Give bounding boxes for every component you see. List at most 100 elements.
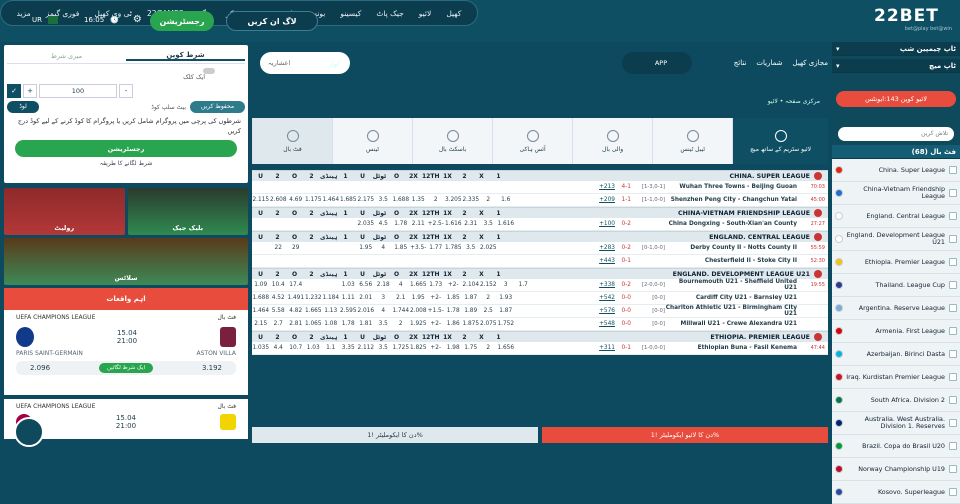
odd-cell[interactable]: 3.5 [375,197,393,203]
odd-cell[interactable]: 17.4 [287,282,305,288]
odd-cell[interactable]: 2.18 [375,282,393,288]
nav-item-1[interactable]: لائیو [419,9,432,18]
odd-cell[interactable]: 3.5 [375,345,393,351]
odd-cell[interactable]: 1.95 [357,245,375,251]
odd-cell[interactable]: 4.82 [287,308,305,314]
odd-cell[interactable]: 1.87 [497,308,515,314]
odd-cell[interactable]: 1.86 [445,321,463,327]
sidebar-league-item[interactable]: Kosovo. Superleague [832,481,960,504]
odd-cell[interactable]: 1.616 [497,221,515,227]
sport-tab-5[interactable]: ٹینس [332,118,412,164]
tab-stats[interactable]: شماریات [756,59,782,67]
odd-cell[interactable]: 2 [392,321,410,327]
odd-cell[interactable]: 1.232 [305,295,323,301]
league-checkbox[interactable] [949,189,957,197]
sidebar-league-item[interactable]: Norway Championship U19 [832,458,960,481]
odd-cell[interactable]: 2.152 [480,282,498,288]
odd-cell[interactable]: 4.4 [270,345,288,351]
odd-cell[interactable]: 3.205 [445,197,463,203]
league-checkbox[interactable] [949,350,957,358]
odd-cell[interactable]: 1.78 [392,221,410,227]
odd-cell[interactable]: 3 [497,282,515,288]
odd-cell[interactable]: 1.688 [252,295,270,301]
register-button[interactable]: رجسٹریشن [150,11,214,31]
minus-button[interactable]: - [119,84,133,98]
event-odd-2[interactable]: 2.096 [30,364,50,372]
league-checkbox[interactable] [949,166,957,174]
load-button[interactable]: لوڈ [7,101,39,113]
odd-cell[interactable]: 2.104 [462,282,480,288]
nav-item-3[interactable]: کیسینو [340,9,361,18]
odd-cell[interactable]: 29 [287,245,305,251]
odd-cell[interactable]: 2.81 [287,321,305,327]
league-checkbox[interactable] [949,235,957,243]
odd-cell[interactable]: 1.175 [305,197,323,203]
odd-cell[interactable]: 1.464 [252,308,270,314]
logo[interactable]: 22BET bet@play bet@win [874,6,952,36]
odd-cell[interactable]: 4 [375,308,393,314]
odd-cell[interactable]: 1.89 [462,308,480,314]
odd-cell[interactable]: 22 [270,245,288,251]
odd-cell[interactable]: 5.58 [270,308,288,314]
bet-slip-code-input[interactable]: بیٹ سلپ کوڈ [43,104,186,111]
odd-cell[interactable]: 2.025 [480,245,498,251]
breadcrumb-live[interactable]: لائیو [768,98,778,105]
odd-cell[interactable]: 1.825 [410,345,428,351]
odd-cell[interactable]: 1.752 [497,321,515,327]
league-header[interactable]: ENGLAND. DEVELOPMENT LEAGUE U21 1 X 2 1X 12TH… [252,268,828,279]
league-checkbox[interactable] [949,281,957,289]
live-daily-accumulator[interactable]: دن کا لائیو ایکوملیٹر !1% [542,427,828,443]
odd-cell[interactable]: 1.491 [287,295,305,301]
odd-cell[interactable]: +2- [445,282,463,288]
league-checkbox[interactable] [949,442,957,450]
breadcrumb-home[interactable]: مرکزی صفحہ [785,98,820,105]
sidebar-league-item[interactable]: Argentina. Reserve League [832,297,960,320]
match-row[interactable]: Cardiff City U21 - Barnsley U21 [0-0] 0-0 +… [252,292,828,305]
odd-cell[interactable]: 2 [427,197,445,203]
odd-cell[interactable]: 1.75 [462,345,480,351]
odd-cell[interactable]: 2.1 [392,295,410,301]
sidebar-league-item[interactable]: England. Central League [832,205,960,228]
sidebar-league-item[interactable]: South Africa. Division 2 [832,389,960,412]
odd-cell[interactable]: 1.13 [322,308,340,314]
match-row[interactable]: 27:27 China Dongxing - South-Xian'an Coun… [252,218,828,231]
league-checkbox[interactable] [949,396,957,404]
casino-blackjack[interactable]: بلیک جیک [127,188,248,235]
top-matches[interactable]: ٹاپ میچ ▾ [832,59,960,73]
odd-cell[interactable]: 1.688 [392,197,410,203]
odd-cell[interactable]: 1.87 [462,295,480,301]
odd-cell[interactable]: 1.656 [497,345,515,351]
odd-cell[interactable]: 3.5 [480,221,498,227]
match-row[interactable]: Charlton Athletic U21 - Birmingham City … [252,305,828,318]
odd-cell[interactable]: 2 [480,197,498,203]
casino-slots[interactable]: سلاٹس [4,238,248,285]
league-header[interactable]: ETHIOPIA. PREMIER LEAGUE 1 X 2 1X 12TH 2X O ٹوٹل… [252,331,828,342]
odd-cell[interactable]: 1.11 [340,295,358,301]
tab-virtual[interactable]: مجازی کھیل [793,59,828,67]
odd-cell[interactable]: 3.5 [462,245,480,251]
odd-cell[interactable]: 1.03 [305,345,323,351]
plus-button[interactable]: + [23,84,37,98]
odd-cell[interactable]: 2.008 [410,308,428,314]
league-header[interactable]: ENGLAND. CENTRAL LEAGUE 1 X 2 1X 12TH 2X O ٹوٹل U… [252,231,828,242]
odd-cell[interactable]: 2.608 [270,197,288,203]
odd-cell[interactable]: 2.035 [357,221,375,227]
odd-cell[interactable]: 1.7 [515,282,533,288]
sidebar-league-item[interactable]: China. Super League [832,159,960,182]
odd-cell[interactable]: 1.744 [392,308,410,314]
casino-roulette[interactable]: رولیٹ [4,188,125,235]
amount-input[interactable]: 100 [39,84,117,98]
odd-cell[interactable]: 1.184 [322,295,340,301]
odd-cell[interactable]: 2.7 [270,321,288,327]
coupon-register-button[interactable]: رجسٹریشن [15,140,237,157]
chat-icon[interactable] [14,417,44,447]
odd-cell[interactable]: 3.35 [340,345,358,351]
league-checkbox[interactable] [949,304,957,312]
odd-cell[interactable]: 2.5 [480,308,498,314]
nav-item-0[interactable]: کھیل [446,9,461,18]
odd-cell[interactable]: 1.08 [322,321,340,327]
confirm-icon[interactable]: ✓ [7,84,21,98]
match-row[interactable]: Millwall U21 - Crewe Alexandra U21 [0-0] 0… [252,318,828,331]
sidebar-league-item[interactable]: Ethiopia. Premier League [832,251,960,274]
match-row[interactable]: 52:30 Chesterfield II - Stoke City II 0-1 +… [252,255,828,268]
